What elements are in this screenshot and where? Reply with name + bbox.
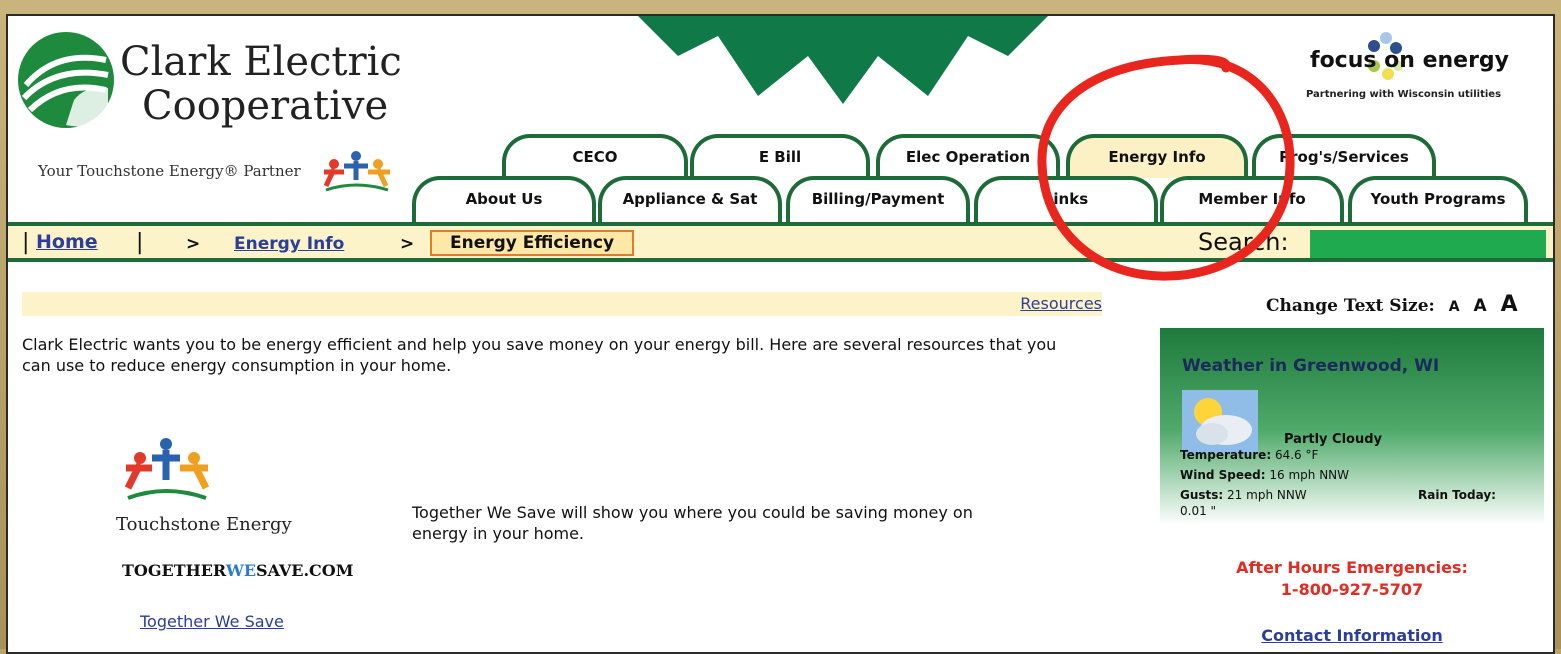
partly-cloudy-icon	[1182, 390, 1258, 454]
tab-ceco[interactable]: CECO	[502, 134, 688, 178]
url-part: SAVE.COM	[256, 561, 354, 580]
breadcrumb-home-link[interactable]: Home	[36, 231, 98, 253]
browser-page: Clark Electric Cooperative Your Touchsto…	[6, 14, 1555, 654]
weather-title: Weather in Greenwood, WI	[1182, 356, 1440, 376]
text-size-control: Change Text Size: A A A	[1266, 292, 1518, 317]
tab-appliance-sat[interactable]: Appliance & Sat	[598, 176, 782, 222]
tagline: Your Touchstone Energy® Partner	[38, 162, 301, 180]
focus-on-energy-title: focus on energy	[1310, 48, 1510, 73]
temp-label: Temperature:	[1180, 448, 1272, 462]
breadcrumb-separator: >	[186, 234, 201, 254]
touchstone-people-icon	[323, 151, 390, 192]
weather-condition: Partly Cloudy	[1284, 432, 1382, 447]
clark-electric-logo-icon	[18, 32, 114, 128]
weather-rain-label: Rain Today:	[1418, 488, 1496, 502]
together-we-save-url: TOGETHERWESAVE.COM	[122, 561, 353, 580]
breadcrumb-separator: >	[400, 234, 415, 254]
company-name-line1: Clark Electric	[120, 39, 402, 85]
tab-youth-programs[interactable]: Youth Programs	[1348, 176, 1528, 222]
text-size-large-button[interactable]: A	[1501, 292, 1518, 317]
search-input[interactable]	[1310, 230, 1546, 258]
green-badge-graphic	[638, 16, 1048, 104]
text-size-label: Change Text Size:	[1266, 296, 1435, 316]
breadcrumb: | Home | > Energy Info > Energy Efficien…	[8, 222, 1553, 262]
temp-value: 64.6 °F	[1274, 448, 1319, 462]
weather-widget: Weather in Greenwood, WI Partly Cloudy T…	[1160, 328, 1544, 652]
url-part: TOGETHER	[122, 561, 226, 580]
together-we-save-description: Together We Save will show you where you…	[412, 503, 973, 543]
touchstone-energy-logo-icon	[124, 438, 210, 500]
focus-on-energy-subtitle: Partnering with Wisconsin utilities	[1306, 89, 1502, 100]
emergency-phone: 1-800-927-5707	[1280, 580, 1424, 599]
red-annotation-circle	[1037, 54, 1295, 281]
touchstone-energy-wordmark: Touchstone Energy	[116, 514, 292, 535]
company-name: Clark Electric Cooperative	[120, 40, 402, 128]
text-size-small-button[interactable]: A	[1449, 299, 1460, 315]
company-name-line2: Cooperative	[142, 83, 389, 129]
tab-about-us[interactable]: About Us	[412, 176, 596, 222]
tab-e-bill[interactable]: E Bill	[690, 134, 870, 178]
weather-wind: Wind Speed: 16 mph NNW	[1180, 468, 1349, 482]
together-we-save-link[interactable]: Together We Save	[140, 612, 284, 631]
text-size-medium-button[interactable]: A	[1473, 296, 1486, 316]
weather-gusts: Gusts: 21 mph NNW	[1180, 488, 1307, 502]
resources-link[interactable]: Resources	[1020, 294, 1102, 313]
gusts-label: Gusts:	[1180, 488, 1224, 502]
emergency-label: After Hours Emergencies:	[1236, 558, 1468, 577]
weather-rain-value: 0.01 "	[1180, 504, 1217, 518]
tab-billing-payment[interactable]: Billing/Payment	[786, 176, 970, 222]
breadcrumb-current: Energy Efficiency	[430, 230, 635, 256]
contact-information-link[interactable]: Contact Information	[1160, 626, 1544, 645]
breadcrumb-energy-info-link[interactable]: Energy Info	[234, 234, 344, 254]
intro-paragraph: Clark Electric wants you to be energy ef…	[22, 335, 1057, 375]
url-part: WE	[225, 561, 257, 580]
resources-bar: Resources	[22, 292, 1102, 316]
breadcrumb-divider: |	[22, 230, 30, 255]
gusts-value: 21 mph NNW	[1227, 488, 1307, 502]
wind-value: 16 mph NNW	[1269, 468, 1350, 482]
weather-temperature: Temperature: 64.6 °F	[1180, 448, 1318, 462]
wind-label: Wind Speed:	[1180, 468, 1266, 482]
breadcrumb-divider: |	[136, 230, 144, 255]
